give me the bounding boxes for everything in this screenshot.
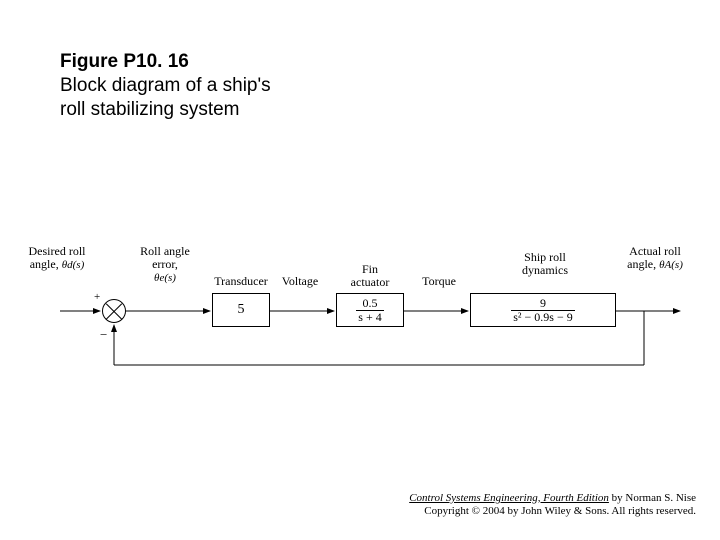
ship-dynamics-block: 9 s² − 0.9s − 9 — [470, 293, 616, 327]
figure-description: Block diagram of a ship's roll stabilizi… — [60, 74, 300, 122]
input-symbol: θd(s) — [62, 259, 85, 271]
transducer-label: Transducer — [210, 275, 272, 288]
transducer-gain: 5 — [238, 302, 245, 318]
ship-dynamics-label: Ship roll dynamics — [514, 251, 576, 277]
output-signal-label: Actual roll angle, θA(s) — [626, 245, 684, 271]
copyright-notice: Copyright © 2004 by John Wiley & Sons. A… — [409, 505, 696, 518]
torque-label: Torque — [414, 275, 464, 288]
attribution-text: Control Systems Engineering, Fourth Edit… — [409, 492, 696, 518]
actuator-label: Fin actuator — [342, 263, 398, 289]
figure-caption: Figure P10. 16 Block diagram of a ship's… — [60, 50, 300, 121]
sum-minus: − — [100, 327, 107, 343]
sum-plus: + — [94, 291, 100, 303]
actuator-tf-den: s + 4 — [356, 311, 383, 324]
input-signal-label: Desired roll angle, θd(s) — [26, 245, 88, 271]
ship-tf-den: s² − 0.9s − 9 — [511, 311, 574, 324]
output-symbol: θA(s) — [659, 259, 683, 271]
transducer-block: 5 — [212, 293, 270, 327]
actuator-block: 0.5 s + 4 — [336, 293, 404, 327]
error-signal-label: Roll angle error, θe(s) — [140, 245, 190, 285]
ship-tf-num: 9 — [511, 297, 574, 311]
error-symbol: θe(s) — [154, 272, 176, 284]
block-diagram: Desired roll angle, θd(s) + − Roll angle… — [40, 245, 690, 405]
figure-number: Figure P10. 16 — [60, 50, 300, 74]
book-title: Control Systems Engineering, Fourth Edit… — [409, 492, 609, 504]
voltage-label: Voltage — [276, 275, 324, 288]
author-name: by Norman S. Nise — [609, 492, 696, 504]
summing-junction — [102, 299, 126, 323]
actuator-tf-num: 0.5 — [356, 297, 383, 311]
